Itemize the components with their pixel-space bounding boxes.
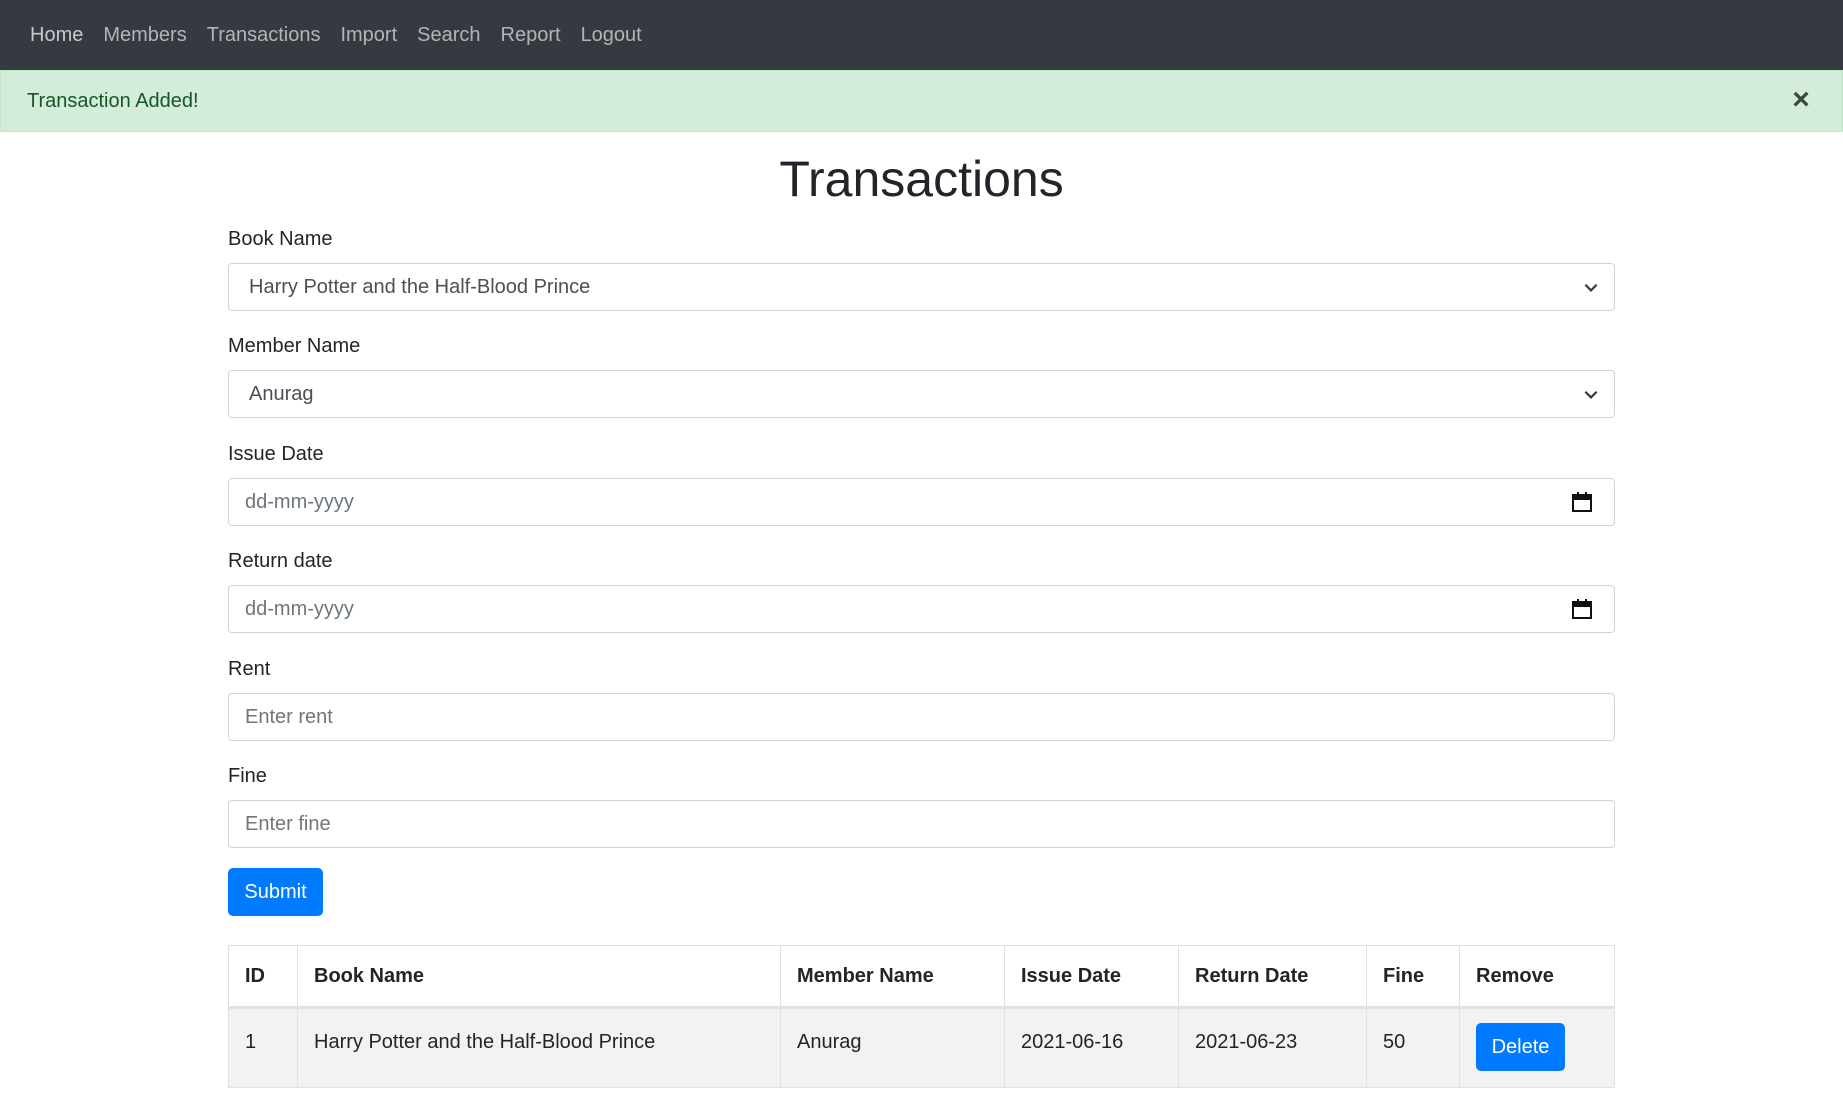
return-date-placeholder: dd-mm-yyyy <box>245 597 354 620</box>
fine-label: Fine <box>228 765 267 787</box>
rent-label: Rent <box>228 658 271 680</box>
col-header-remove: Remove <box>1459 945 1615 1009</box>
return-date-input[interactable]: dd-mm-yyyy <box>228 585 1615 633</box>
cell-return-date: 2021-06-23 <box>1178 1007 1367 1088</box>
chevron-down-icon <box>1584 390 1598 399</box>
col-header-return-date: Return Date <box>1178 945 1367 1009</box>
col-header-issue-date: Issue Date <box>1004 945 1179 1009</box>
nav-report[interactable]: Report <box>501 24 561 47</box>
delete-button[interactable]: Delete <box>1476 1023 1565 1071</box>
calendar-icon[interactable] <box>1570 490 1594 514</box>
member-name-select[interactable]: Anurag <box>228 370 1615 418</box>
success-alert: Transaction Added! × <box>0 70 1843 132</box>
col-header-book-name: Book Name <box>297 945 781 1009</box>
cell-remove: Delete <box>1459 1007 1615 1088</box>
fine-input[interactable] <box>228 800 1615 848</box>
alert-message: Transaction Added! <box>27 89 199 112</box>
chevron-down-icon <box>1584 283 1598 292</box>
member-name-label: Member Name <box>228 335 361 357</box>
return-date-label: Return date <box>228 550 333 572</box>
member-name-selected-value: Anurag <box>249 382 314 405</box>
nav-transactions[interactable]: Transactions <box>207 24 321 47</box>
table-row: 1 Harry Potter and the Half-Blood Prince… <box>228 1007 1615 1088</box>
table-header-row: ID Book Name Member Name Issue Date Retu… <box>228 945 1615 1009</box>
calendar-icon[interactable] <box>1570 597 1594 621</box>
nav-members[interactable]: Members <box>103 24 186 47</box>
nav-logout[interactable]: Logout <box>581 24 642 47</box>
col-header-fine: Fine <box>1366 945 1460 1009</box>
cell-issue-date: 2021-06-16 <box>1004 1007 1179 1088</box>
issue-date-label: Issue Date <box>228 443 324 465</box>
nav-home[interactable]: Home <box>30 24 83 47</box>
transactions-table: ID Book Name Member Name Issue Date Retu… <box>228 945 1615 1088</box>
issue-date-placeholder: dd-mm-yyyy <box>245 490 354 513</box>
col-header-member-name: Member Name <box>780 945 1005 1009</box>
col-header-id: ID <box>228 945 298 1009</box>
book-name-label: Book Name <box>228 228 333 250</box>
submit-button[interactable]: Submit <box>228 868 323 916</box>
nav-import[interactable]: Import <box>340 24 397 47</box>
close-icon[interactable]: × <box>1786 83 1816 116</box>
page-title: Transactions <box>779 151 1064 207</box>
issue-date-input[interactable]: dd-mm-yyyy <box>228 478 1615 526</box>
top-navbar: Home Members Transactions Import Search … <box>0 0 1843 70</box>
cell-id: 1 <box>228 1007 298 1088</box>
nav-search[interactable]: Search <box>417 24 480 47</box>
book-name-select[interactable]: Harry Potter and the Half-Blood Prince <box>228 263 1615 311</box>
cell-fine: 50 <box>1366 1007 1460 1088</box>
cell-member-name: Anurag <box>780 1007 1005 1088</box>
rent-input[interactable] <box>228 693 1615 741</box>
book-name-selected-value: Harry Potter and the Half-Blood Prince <box>249 275 591 298</box>
cell-book-name: Harry Potter and the Half-Blood Prince <box>297 1007 781 1088</box>
